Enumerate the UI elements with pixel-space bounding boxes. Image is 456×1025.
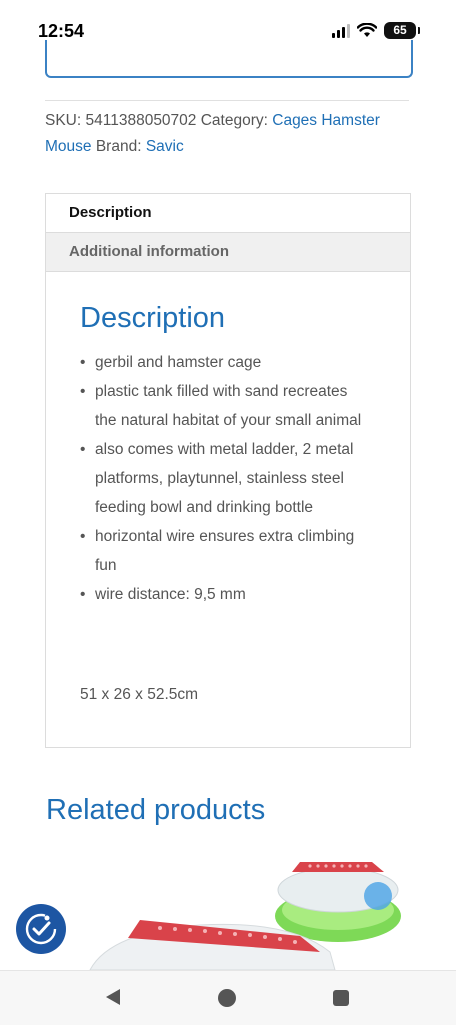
tab-description[interactable]: Description bbox=[46, 194, 410, 232]
list-item: horizontal wire ensures extra climbing f… bbox=[80, 522, 370, 580]
related-product-image[interactable] bbox=[0, 840, 456, 970]
signal-icon bbox=[332, 23, 350, 38]
related-products-title: Related products bbox=[46, 794, 266, 826]
list-item: also comes with metal ladder, 2 metal pl… bbox=[80, 435, 370, 522]
home-circle-icon[interactable] bbox=[218, 989, 236, 1007]
accessibility-button[interactable] bbox=[16, 904, 66, 954]
hamster-cage-image bbox=[89, 862, 401, 970]
divider bbox=[45, 100, 409, 101]
list-item: gerbil and hamster cage bbox=[80, 348, 370, 377]
list-item: wire distance: 9,5 mm bbox=[80, 580, 370, 609]
list-item: plastic tank filled with sand recreates … bbox=[80, 377, 370, 435]
sku-value: 5411388050702 bbox=[85, 112, 197, 129]
category-link-mouse[interactable]: Mouse bbox=[45, 138, 92, 155]
status-time: 12:54 bbox=[38, 21, 85, 41]
product-dimensions: 51 x 26 x 52.5cm bbox=[80, 686, 199, 703]
system-navigation-bar bbox=[0, 970, 456, 1025]
product-tabs: Description Additional information Descr… bbox=[45, 193, 411, 748]
quantity-input-box[interactable] bbox=[45, 40, 413, 78]
description-list: gerbil and hamster cage plastic tank fil… bbox=[80, 348, 370, 609]
back-triangle-icon[interactable] bbox=[106, 989, 120, 1005]
description-panel: Description gerbil and hamster cage plas… bbox=[46, 272, 410, 747]
brand-label: Brand: bbox=[95, 138, 142, 155]
brand-link[interactable]: Savic bbox=[146, 138, 184, 155]
battery-icon: 65 bbox=[384, 22, 420, 39]
status-icons: 65 bbox=[332, 22, 420, 39]
category-link-cages-hamster[interactable]: Cages Hamster bbox=[272, 112, 380, 129]
category-label: Category: bbox=[200, 112, 268, 129]
recents-square-icon[interactable] bbox=[333, 990, 349, 1006]
sku-label: SKU: bbox=[45, 112, 82, 129]
accessibility-icon bbox=[25, 913, 57, 945]
product-meta: SKU: 5411388050702 Category: Cages Hamst… bbox=[45, 108, 415, 160]
wifi-icon bbox=[357, 23, 377, 37]
tab-additional-information[interactable]: Additional information bbox=[46, 232, 410, 272]
description-title: Description bbox=[80, 302, 226, 334]
